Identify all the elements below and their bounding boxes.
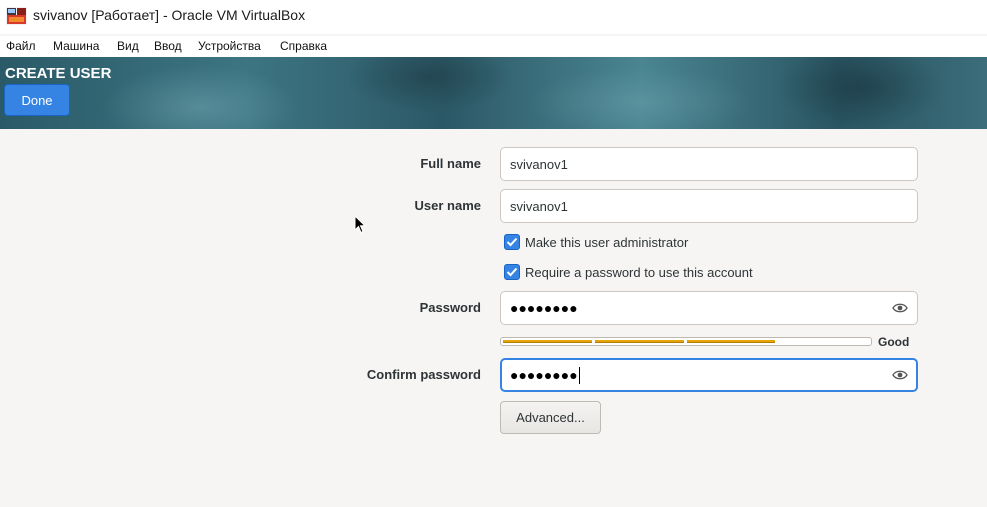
menu-machine[interactable]: Машина xyxy=(53,39,99,53)
mouse-pointer-icon xyxy=(354,215,366,234)
virtualbox-icon xyxy=(6,7,27,25)
advanced-button[interactable]: Advanced... xyxy=(500,401,601,434)
menu-view[interactable]: Вид xyxy=(117,39,139,53)
confirm-password-label: Confirm password xyxy=(366,367,481,382)
require-password-checkbox-label: Require a password to use this account xyxy=(525,264,753,280)
full-name-input[interactable]: svivanov1 xyxy=(500,147,918,181)
user-name-label: User name xyxy=(414,198,481,213)
header-banner: CREATE USER Done xyxy=(0,57,987,129)
menubar: Файл Машина Вид Ввод Устройства Справка xyxy=(0,36,987,57)
text-caret xyxy=(578,366,580,384)
menu-file[interactable]: Файл xyxy=(6,39,36,53)
password-value: ●●●●●●●● xyxy=(510,300,578,316)
done-button[interactable]: Done xyxy=(4,84,70,116)
admin-checkbox-label: Make this user administrator xyxy=(525,234,689,250)
full-name-label: Full name xyxy=(420,156,481,171)
admin-checkbox[interactable] xyxy=(504,234,520,250)
confirm-password-input[interactable]: ●●●●●●●● xyxy=(500,358,918,392)
admin-checkbox-row[interactable]: Make this user administrator xyxy=(504,234,688,250)
eye-icon[interactable] xyxy=(892,301,908,315)
window-titlebar: svivanov [Работает] - Oracle VM VirtualB… xyxy=(0,0,987,34)
password-input[interactable]: ●●●●●●●● xyxy=(500,291,918,325)
password-strength-meter xyxy=(500,337,872,346)
strength-segment-3 xyxy=(687,340,775,343)
eye-icon[interactable] xyxy=(892,368,908,382)
password-strength-label: Good xyxy=(878,335,910,349)
menu-help[interactable]: Справка xyxy=(280,39,327,53)
window-title: svivanov [Работает] - Oracle VM VirtualB… xyxy=(33,7,306,23)
strength-segment-2 xyxy=(595,340,684,343)
require-password-checkbox-row[interactable]: Require a password to use this account xyxy=(504,264,753,280)
password-label: Password xyxy=(419,300,481,315)
checkmark-icon xyxy=(506,237,518,247)
page-title: CREATE USER xyxy=(5,65,112,82)
menu-devices[interactable]: Устройства xyxy=(198,39,261,53)
user-name-input[interactable]: svivanov1 xyxy=(500,189,918,223)
require-password-checkbox[interactable] xyxy=(504,264,520,280)
strength-segment-1 xyxy=(503,340,592,343)
confirm-password-value: ●●●●●●●● xyxy=(510,367,578,383)
user-name-value: svivanov1 xyxy=(510,198,568,214)
full-name-value: svivanov1 xyxy=(510,156,568,172)
menu-input[interactable]: Ввод xyxy=(154,39,182,53)
checkmark-icon xyxy=(506,267,518,277)
